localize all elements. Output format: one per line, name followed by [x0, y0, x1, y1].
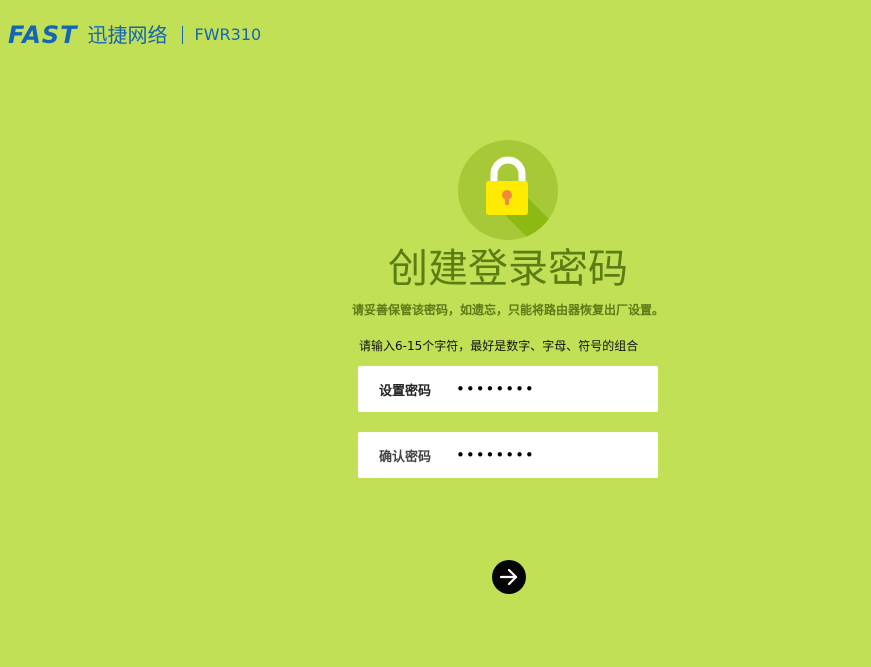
next-button[interactable] — [492, 560, 526, 594]
set-password-field[interactable]: 设置密码 — [358, 366, 658, 412]
arrow-right-icon — [499, 568, 518, 586]
lock-icon — [458, 140, 558, 240]
set-password-label: 设置密码 — [379, 383, 432, 399]
set-password-input[interactable] — [456, 380, 636, 398]
page-title: 创建登录密码 — [388, 246, 628, 292]
confirm-password-input[interactable] — [456, 446, 636, 464]
header-divider — [181, 26, 183, 44]
header: FAST 迅捷网络 FWR310 — [8, 20, 261, 50]
brand-logo: FAST — [8, 21, 78, 49]
password-hint: 请输入6-15个字符，最好是数字、字母、符号的组合 — [359, 339, 639, 353]
page-subtitle: 请妥善保管该密码，如遗忘，只能将路由器恢复出厂设置。 — [351, 303, 664, 317]
confirm-password-label: 确认密码 — [379, 449, 432, 465]
confirm-password-field[interactable]: 确认密码 — [358, 432, 658, 478]
model-name: FWR310 — [194, 25, 262, 44]
brand-name: 迅捷网络 — [87, 23, 168, 47]
